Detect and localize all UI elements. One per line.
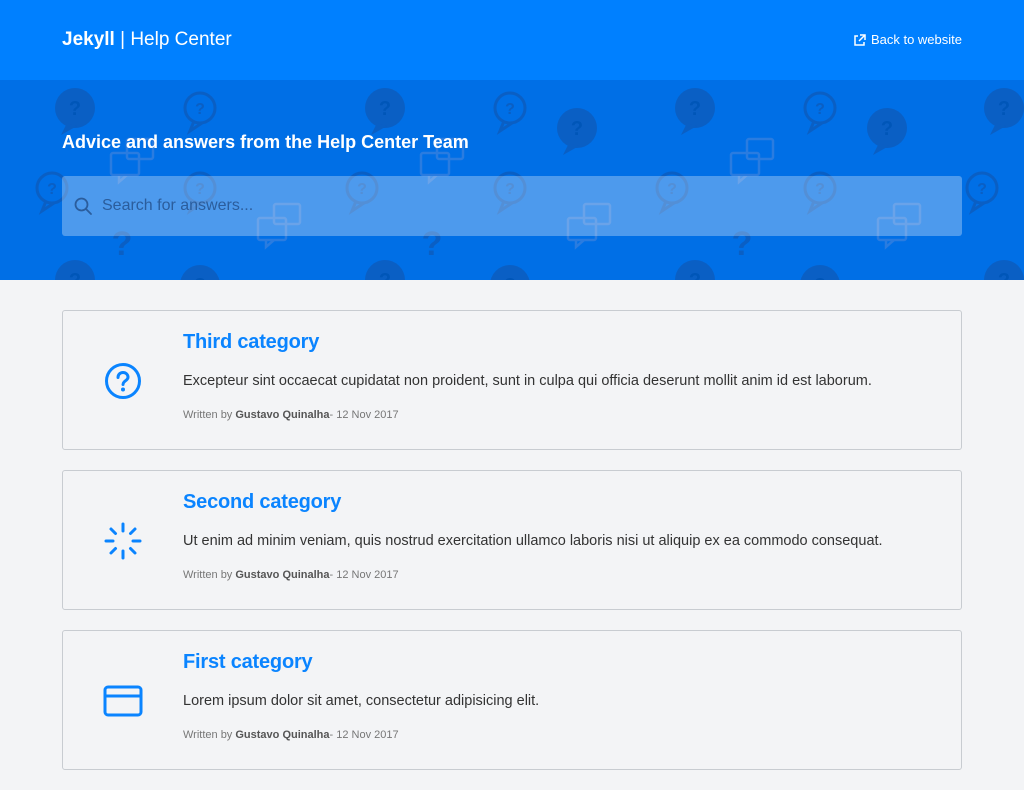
- post-date: 12 Nov 2017: [336, 409, 399, 421]
- post-date: 12 Nov 2017: [336, 729, 399, 741]
- category-description: Lorem ipsum dolor sit amet, consectetur …: [183, 693, 540, 709]
- brand-name: Jekyll: [62, 29, 115, 50]
- category-list: Third category Excepteur sint occaecat c…: [62, 310, 962, 790]
- written-by-label: Written by: [183, 729, 233, 741]
- category-card-third[interactable]: Third category Excepteur sint occaecat c…: [62, 310, 962, 450]
- category-card-second[interactable]: Second category Ut enim ad minim veniam,…: [62, 470, 962, 610]
- back-to-website-link[interactable]: Back to website: [853, 31, 962, 49]
- written-by-label: Written by: [183, 409, 233, 421]
- search-input[interactable]: [102, 176, 952, 236]
- brand-separator: |: [114, 29, 131, 50]
- external-link-icon: [854, 33, 866, 46]
- search-icon: [74, 197, 92, 215]
- credit-card-icon: [103, 685, 143, 717]
- hero-banner: ? ? ?: [0, 80, 1024, 280]
- author-name: Gustavo Quinalha: [235, 729, 330, 741]
- top-navbar: Jekyll | Help Center Back to website: [0, 0, 1024, 80]
- author-name: Gustavo Quinalha: [235, 569, 330, 581]
- post-date: 12 Nov 2017: [336, 569, 399, 581]
- brand-logo[interactable]: Jekyll | Help Center: [62, 28, 232, 52]
- category-meta: Written by Gustavo Quinalha- 12 Nov 2017: [183, 569, 399, 581]
- back-to-website-label: Back to website: [870, 32, 962, 47]
- category-meta: Written by Gustavo Quinalha- 12 Nov 2017: [183, 409, 399, 421]
- category-description: Excepteur sint occaecat cupidatat non pr…: [183, 373, 872, 389]
- search-box[interactable]: [62, 176, 962, 236]
- category-title[interactable]: Third category: [183, 331, 319, 354]
- category-card-first[interactable]: First category Lorem ipsum dolor sit ame…: [62, 630, 962, 770]
- question-circle-icon: [105, 363, 141, 399]
- category-title[interactable]: First category: [183, 651, 313, 674]
- brand-subtitle: Help Center: [130, 29, 232, 50]
- hero-tagline: Advice and answers from the Help Center …: [62, 132, 469, 152]
- category-meta: Written by Gustavo Quinalha- 12 Nov 2017: [183, 729, 399, 741]
- written-by-label: Written by: [183, 569, 233, 581]
- author-name: Gustavo Quinalha: [235, 409, 330, 421]
- loader-icon: [104, 522, 142, 560]
- category-title[interactable]: Second category: [183, 491, 341, 514]
- category-description: Ut enim ad minim veniam, quis nostrud ex…: [183, 533, 883, 549]
